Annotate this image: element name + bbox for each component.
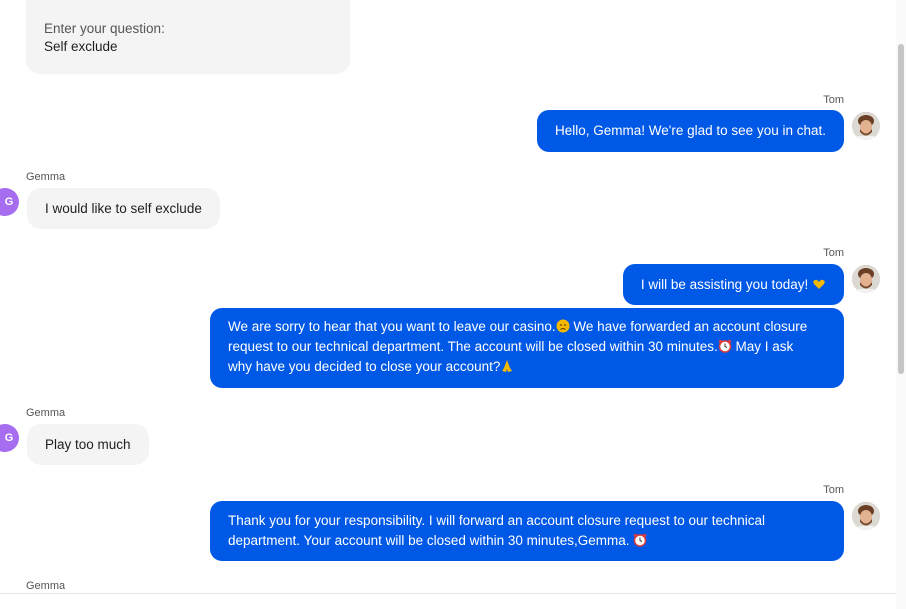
message-text: I will be assisting you today! xyxy=(640,277,809,292)
agent-avatar xyxy=(852,112,880,140)
message-line: We are sorry to hear that you want to le… xyxy=(228,319,808,334)
sad-face-icon xyxy=(556,319,570,333)
message-text: Hello, Gemma! We're glad to see you in c… xyxy=(555,123,826,138)
agent-message: Hello, Gemma! We're glad to see you in c… xyxy=(537,110,844,152)
alarm-clock-icon xyxy=(718,339,732,353)
question-label: Enter your question: xyxy=(44,21,165,36)
agent-message: We are sorry to hear that you want to le… xyxy=(210,308,844,388)
user-name: Gemma xyxy=(26,171,66,183)
user-message: I would like to self exclude xyxy=(27,188,220,229)
message-text: Play too much xyxy=(45,437,131,452)
user-avatar: G xyxy=(0,424,19,452)
alarm-clock-icon xyxy=(633,533,647,547)
user-message: Play too much xyxy=(27,424,149,465)
agent-avatar xyxy=(852,265,880,293)
message-line: why have you decided to close your accou… xyxy=(228,357,826,377)
scrollbar[interactable] xyxy=(896,0,906,609)
message-text: I would like to self exclude xyxy=(45,201,202,216)
scrollbar-thumb[interactable] xyxy=(898,44,904,374)
message-line: department. Your account will be closed … xyxy=(228,531,826,551)
question-value: Self exclude xyxy=(44,39,118,54)
agent-message: Thank you for your responsibility. I wil… xyxy=(210,501,844,561)
heart-hands-icon xyxy=(813,279,825,289)
user-avatar: G xyxy=(0,188,19,216)
agent-name: Tom xyxy=(823,484,844,496)
agent-avatar xyxy=(852,502,880,530)
user-name: Gemma xyxy=(26,407,66,419)
user-name: Gemma xyxy=(26,580,66,592)
message-line: Thank you for your responsibility. I wil… xyxy=(228,513,766,528)
message-line: request to our technical department. The… xyxy=(228,339,794,354)
question-form-card: Enter your question: Self exclude xyxy=(26,0,350,74)
agent-message: I will be assisting you today! xyxy=(622,264,844,305)
divider xyxy=(0,593,906,594)
agent-name: Tom xyxy=(823,247,844,259)
folded-hands-icon xyxy=(502,360,513,372)
agent-name: Tom xyxy=(823,94,844,106)
